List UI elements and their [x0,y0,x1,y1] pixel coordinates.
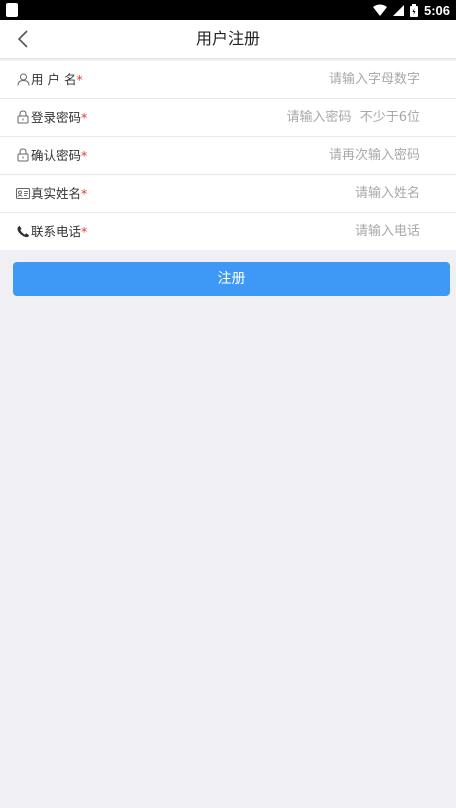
user-icon [16,72,30,86]
real-name-label: 真实姓名* [31,186,88,201]
battery-icon [409,3,418,17]
phone-label: 联系电话* [31,224,88,239]
id-card-icon [16,186,30,200]
password-input[interactable] [180,105,420,130]
password-label: 登录密码* [31,110,88,125]
confirm-password-row: 确认密码* [0,137,456,175]
register-button[interactable]: 注册 [13,262,450,296]
phone-icon [16,224,30,238]
lock-icon [16,110,30,124]
required-mark: * [76,72,83,87]
username-row: 用 户 名* [0,61,456,99]
lock-icon [16,148,30,162]
title-bar: 用户注册 [0,20,456,59]
required-mark: * [81,110,88,125]
notification-icon [6,3,18,17]
required-mark: * [81,186,88,201]
status-time: 5:06 [423,2,450,18]
username-label: 用 户 名* [31,72,83,87]
required-mark: * [81,148,88,163]
real-name-row: 真实姓名* [0,175,456,213]
phone-input[interactable] [180,219,420,244]
registration-form: 用 户 名* 登录密码* 确认密码* 真实姓名* 联系电话* [0,61,456,250]
signal-icon [392,4,404,16]
real-name-input[interactable] [180,181,420,206]
status-bar: 5:06 [0,0,456,20]
confirm-password-input[interactable] [180,143,420,168]
username-input[interactable] [180,67,420,92]
chevron-left-icon [17,30,28,48]
required-mark: * [81,224,88,239]
back-button[interactable] [8,24,38,54]
confirm-password-label: 确认密码* [31,148,88,163]
wifi-icon [372,4,387,16]
password-row: 登录密码* [0,99,456,137]
page-title: 用户注册 [195,29,260,48]
phone-row: 联系电话* [0,213,456,250]
